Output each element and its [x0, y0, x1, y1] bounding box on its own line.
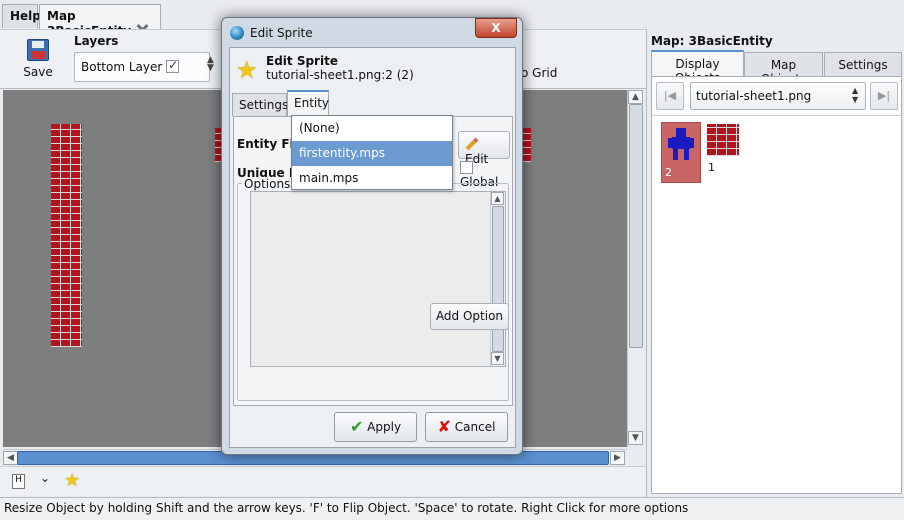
- select-spin-icon: ▲ ▼: [852, 86, 859, 104]
- scroll-up-icon[interactable]: ▲: [491, 192, 504, 205]
- sheet-select-value: tutorial-sheet1.png: [696, 89, 812, 103]
- dropdown-item-label: (None): [299, 121, 340, 135]
- dropdown-item-main[interactable]: main.mps: [292, 166, 452, 191]
- brick-tile-column[interactable]: [51, 124, 82, 347]
- options-scrollbar[interactable]: ▲ ▼: [490, 192, 505, 366]
- scroll-down-icon[interactable]: ▼: [491, 352, 504, 365]
- brick-tile-icon: [707, 124, 739, 156]
- options-label: Options: [242, 177, 293, 191]
- scroll-thumb[interactable]: [492, 206, 504, 352]
- scroll-thumb[interactable]: [629, 104, 643, 348]
- add-option-label: Add Option: [435, 309, 504, 323]
- entity-file-dropdown[interactable]: (None) firstentity.mps main.mps: [291, 115, 453, 190]
- layers-group-label: Layers: [74, 34, 119, 48]
- pencil-icon: [465, 137, 479, 151]
- tab-entity-label: Entity: [294, 96, 330, 110]
- object-tile-1[interactable]: 1: [707, 124, 739, 174]
- object-tile-label: 1: [708, 161, 715, 174]
- layer-name: Bottom Layer: [81, 60, 163, 74]
- canvas-bottom-bar: H ⌄ ★: [0, 466, 646, 496]
- add-option-button[interactable]: Add Option: [430, 303, 509, 330]
- tab-settings[interactable]: Settings: [824, 52, 902, 76]
- tab-settings-label: Settings: [239, 98, 289, 112]
- star-icon[interactable]: ★: [64, 470, 80, 491]
- layers-group: Layers Bottom Layer: [74, 34, 210, 82]
- apply-button[interactable]: ✔ Apply: [334, 412, 417, 442]
- global-checkbox[interactable]: [460, 161, 473, 174]
- previous-sheet-icon[interactable]: |◀: [656, 82, 684, 110]
- layer-spin-icon[interactable]: ▲ ▼: [207, 56, 214, 73]
- save-label: Save: [23, 65, 53, 79]
- cancel-icon: ✘: [437, 417, 451, 436]
- dialog-window-title: Edit Sprite: [250, 26, 313, 40]
- layer-row-bottom[interactable]: Bottom Layer: [74, 52, 210, 82]
- dialog-heading: Edit Sprite: [266, 54, 338, 68]
- object-tile-label: 2: [665, 166, 672, 179]
- dialog-titlebar[interactable]: Edit Sprite X: [222, 18, 522, 47]
- divider: [652, 115, 901, 116]
- star-icon: ★: [236, 56, 258, 84]
- entity-sprite-icon: [668, 128, 694, 160]
- tab-help-label: Help: [10, 9, 41, 23]
- floppy-disk-icon: [27, 39, 49, 61]
- scroll-up-icon[interactable]: ▲: [628, 90, 643, 104]
- layer-options-icon[interactable]: H: [12, 474, 25, 489]
- snap-to-grid-label[interactable]: o Grid: [521, 66, 557, 80]
- cancel-button[interactable]: ✘ Cancel: [425, 412, 508, 442]
- edit-button[interactable]: Edit: [458, 131, 510, 166]
- status-text: Resize Object by holding Shift and the a…: [4, 501, 689, 515]
- object-tile-2[interactable]: 2: [661, 122, 701, 183]
- display-objects-pane: |◀ tutorial-sheet1.png ▲ ▼ ▶| 2 1: [651, 76, 902, 494]
- brick-tile-partial[interactable]: [523, 128, 531, 162]
- canvas-vertical-scrollbar[interactable]: ▲ ▼: [627, 90, 644, 447]
- dialog-body: ★ Edit Sprite tutorial-sheet1.png:2 (2) …: [229, 47, 516, 448]
- dialog-subheading: tutorial-sheet1.png:2 (2): [266, 68, 414, 82]
- edit-sprite-dialog: Edit Sprite X ★ Edit Sprite tutorial-she…: [221, 17, 523, 455]
- apply-label: Apply: [367, 420, 402, 434]
- dialog-close-button[interactable]: X: [475, 18, 517, 38]
- scroll-left-icon[interactable]: ◀: [3, 451, 18, 465]
- sheet-select[interactable]: tutorial-sheet1.png ▲ ▼: [690, 82, 866, 110]
- tab-map-objects[interactable]: Map Objects: [744, 52, 823, 86]
- dropdown-item-label: firstentity.mps: [299, 146, 385, 160]
- globe-icon: [230, 26, 244, 40]
- tab-settings[interactable]: Settings: [232, 93, 289, 116]
- save-button[interactable]: Save: [20, 39, 56, 79]
- next-sheet-icon[interactable]: ▶|: [870, 82, 898, 110]
- tab-settings-label: Settings: [838, 58, 888, 72]
- checkmark-icon: ✔: [349, 417, 364, 436]
- scroll-right-icon[interactable]: ▶: [610, 451, 625, 465]
- tab-entity[interactable]: Entity: [287, 90, 329, 117]
- chevron-down-icon[interactable]: ⌄: [40, 471, 50, 485]
- dropdown-item-firstentity[interactable]: firstentity.mps: [292, 141, 452, 166]
- dropdown-item-label: main.mps: [299, 171, 359, 185]
- tab-help[interactable]: Help: [2, 4, 41, 28]
- right-panel: Map: 3BasicEntity Display Objects Map Ob…: [646, 29, 904, 497]
- dropdown-item-none[interactable]: (None): [292, 116, 452, 141]
- tab-map-3basicentity[interactable]: Map 3BasicEntity: [39, 4, 161, 38]
- options-list-box[interactable]: ▲ ▼: [250, 191, 506, 367]
- status-bar: Resize Object by holding Shift and the a…: [0, 497, 904, 520]
- right-panel-title: Map: 3BasicEntity: [651, 34, 773, 48]
- layer-visible-checkbox[interactable]: [166, 58, 180, 73]
- tab-display-objects[interactable]: Display Objects: [651, 50, 744, 85]
- scroll-down-icon[interactable]: ▼: [628, 431, 643, 445]
- cancel-label: Cancel: [454, 420, 496, 434]
- close-icon: X: [491, 21, 501, 35]
